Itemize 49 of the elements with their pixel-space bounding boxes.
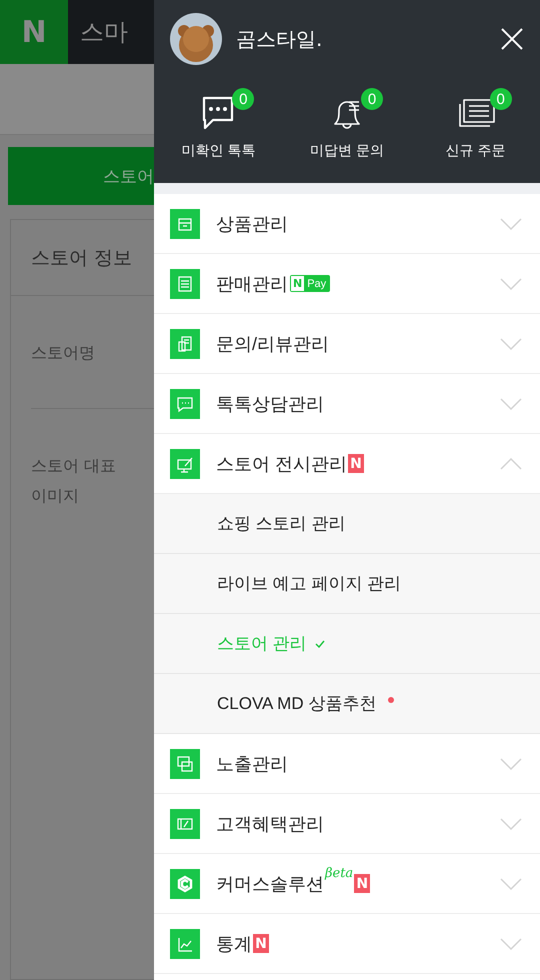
menu-label: 고객혜택관리 [216,812,324,836]
submenu-item[interactable]: CLOVA MD 상품추천 [154,674,540,734]
coupon-icon [170,808,200,838]
new-dot [388,697,394,703]
chat-icon [170,388,200,418]
chevron-down-icon [500,278,522,290]
display-icon [170,448,200,478]
exposure-icon [170,748,200,778]
new-badge: N [253,934,269,953]
chevron-down-icon [500,818,522,830]
submenu-item[interactable]: 라이브 예고 페이지 관리 [154,554,540,614]
count-badge: 0 [361,88,383,110]
menu-label: 통계 N [216,932,269,956]
menu-label: 판매관리 N Pay [216,272,330,296]
menu-label: 톡톡상담관리 [216,392,324,416]
chevron-down-icon [500,218,522,230]
chevron-up-icon [500,458,522,470]
menu-label: 상품관리 [216,212,288,236]
count-badge: 0 [232,88,254,110]
avatar [170,13,222,65]
list-icon [170,268,200,298]
app-title: 스마 [79,17,128,48]
chevron-down-icon [500,758,522,770]
stat-button[interactable]: 0 신규 주문 [411,78,540,183]
new-badge: N [348,454,364,473]
chevron-down-icon [500,338,522,350]
menu-label: 문의/리뷰관리 [216,332,330,356]
menu-label: 노출관리 [216,752,288,776]
chevron-down-icon [500,398,522,410]
chevron-down-icon [500,938,522,950]
pay-badge: N Pay [290,275,330,292]
count-badge: 0 [490,88,512,110]
submenu-item[interactable]: 쇼핑 스토리 관리 [154,494,540,554]
field-label: 스토어명 [30,342,96,364]
field-label: 스토어 대표 이미지 [30,455,118,507]
store-name: 곰스타일. [236,26,324,52]
stat-button[interactable]: 0 미확인 톡톡 [154,78,283,183]
menu-label: 스토어 전시관리 N [216,452,364,476]
solution-icon [170,868,200,898]
stat-button[interactable]: 0 미답변 문의 [282,78,412,183]
review-icon [170,328,200,358]
new-badge: N [354,874,370,893]
check-icon [314,640,325,648]
beta-label: βeta [325,866,354,880]
logo: N [0,0,68,64]
stats-icon [170,928,200,958]
chevron-down-icon [500,878,522,890]
close-button[interactable] [500,27,524,51]
box-icon [170,208,200,238]
